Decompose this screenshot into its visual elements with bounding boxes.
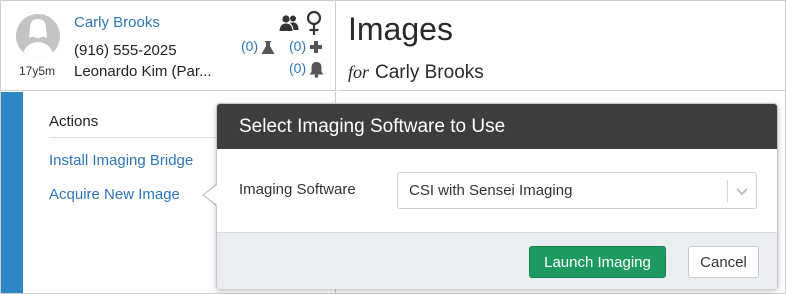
patient-name-link[interactable]: Carly Brooks: [74, 14, 160, 31]
avatar[interactable]: [16, 14, 60, 58]
page-subtitle: for Carly Brooks: [348, 62, 484, 84]
dialog-title: Select Imaging Software to Use: [239, 116, 506, 137]
launch-imaging-button[interactable]: Launch Imaging: [529, 246, 666, 278]
sidebar-rail[interactable]: [1, 92, 23, 293]
page-header: Images for Carly Brooks: [337, 1, 785, 91]
patient-card: 17y5m Carly Brooks (916) 555-2025 Leonar…: [1, 1, 336, 91]
people-icon[interactable]: [279, 13, 299, 33]
alerts-count[interactable]: (0): [289, 60, 306, 76]
acquire-new-image-link[interactable]: Acquire New Image: [49, 186, 180, 203]
cancel-button[interactable]: Cancel: [688, 246, 759, 278]
bell-icon[interactable]: [308, 60, 324, 78]
female-icon: [304, 10, 324, 36]
popover-arrow-inner: [204, 185, 217, 205]
imaging-software-label: Imaging Software: [239, 181, 356, 198]
imaging-software-select[interactable]: CSI with Sensei Imaging: [397, 172, 757, 209]
avatar-silhouette-icon: [16, 14, 60, 58]
problems-count[interactable]: (0): [289, 38, 306, 54]
imaging-software-dialog: Select Imaging Software to Use Imaging S…: [216, 103, 778, 289]
subtitle-patient-name: Carly Brooks: [375, 62, 484, 83]
lab-count[interactable]: (0): [241, 38, 258, 54]
plus-icon[interactable]: [309, 40, 323, 54]
patient-age: 17y5m: [19, 64, 56, 78]
subtitle-prefix: for: [348, 62, 370, 82]
install-imaging-bridge-link[interactable]: Install Imaging Bridge: [49, 152, 193, 169]
flask-icon[interactable]: [260, 39, 276, 55]
dialog-header: Select Imaging Software to Use: [217, 104, 777, 149]
dialog-footer: Launch Imaging Cancel: [217, 232, 777, 289]
selected-software: CSI with Sensei Imaging: [409, 182, 573, 199]
chevron-down-icon[interactable]: [734, 183, 750, 199]
patient-guardian: Leonardo Kim (Par...: [74, 63, 212, 80]
actions-heading: Actions: [49, 113, 239, 138]
patient-phone: (916) 555-2025: [74, 42, 177, 59]
select-divider: [727, 180, 728, 202]
page-title: Images: [348, 11, 453, 47]
